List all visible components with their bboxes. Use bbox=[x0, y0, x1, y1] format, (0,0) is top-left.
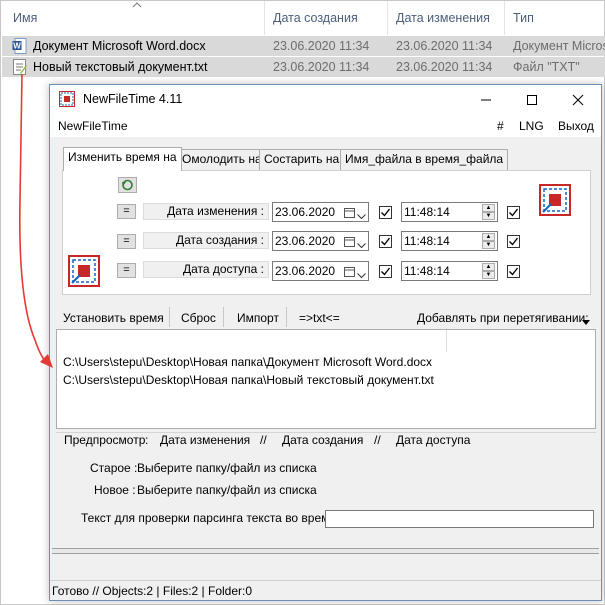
column-header-name[interactable]: Имя bbox=[13, 1, 37, 35]
preview-col-accessed: Дата доступа bbox=[396, 433, 471, 447]
file-modified: 23.06.2020 11:34 bbox=[396, 39, 493, 53]
file-created: 23.06.2020 11:34 bbox=[273, 39, 370, 53]
add-on-drag-dropdown[interactable]: Добавлять при перетягивании: bbox=[417, 309, 589, 327]
calendar-icon[interactable] bbox=[344, 236, 355, 250]
menu-bar: NewFileTime # LNG Выход bbox=[50, 115, 601, 137]
file-created: 23.06.2020 11:34 bbox=[273, 60, 370, 74]
date-accessed-label: Дата доступа : bbox=[143, 261, 269, 278]
time-checkbox[interactable] bbox=[507, 265, 520, 278]
date-checkbox[interactable] bbox=[379, 235, 392, 248]
list-item[interactable]: C:\Users\stepu\Desktop\Новая папка\Докум… bbox=[63, 355, 432, 369]
text-doc-icon bbox=[12, 59, 27, 75]
refresh-icon[interactable] bbox=[118, 177, 137, 193]
reset-button[interactable]: Сброс bbox=[181, 309, 216, 327]
column-header-type[interactable]: Тип bbox=[513, 1, 534, 35]
time-checkbox[interactable] bbox=[507, 206, 520, 219]
file-type: Файл "TXT" bbox=[513, 60, 580, 74]
chevron-down-icon[interactable] bbox=[357, 238, 366, 252]
word-doc-icon: W bbox=[12, 38, 27, 54]
time-value: 11:48:14 bbox=[404, 205, 450, 219]
column-header-created[interactable]: Дата создания bbox=[273, 1, 358, 35]
time-picker-modified[interactable]: 11:48:14 ▲ ▼ bbox=[401, 202, 498, 222]
set-time-button[interactable]: Установить время bbox=[63, 309, 164, 327]
time-value: 11:48:14 bbox=[404, 234, 450, 248]
calendar-icon[interactable] bbox=[344, 266, 355, 280]
app-icon bbox=[59, 91, 75, 110]
status-text: Готово // Objects:2 | Files:2 | Folder:0 bbox=[52, 584, 253, 598]
time-spinner[interactable]: ▲ ▼ bbox=[482, 233, 495, 249]
menu-exit[interactable]: Выход bbox=[558, 119, 594, 133]
set-current-button[interactable]: = bbox=[117, 204, 136, 219]
date-checkbox[interactable] bbox=[379, 265, 392, 278]
time-checkbox[interactable] bbox=[507, 235, 520, 248]
date-picker-created[interactable]: 23.06.2020 bbox=[272, 231, 369, 251]
old-value: Выберите папку/файл из списка bbox=[137, 461, 317, 475]
file-list[interactable]: C:\Users\stepu\Desktop\Новая папка\Докум… bbox=[56, 329, 596, 429]
file-type: Документ Micros bbox=[513, 39, 605, 53]
tab-age[interactable]: Состарить на bbox=[259, 149, 345, 170]
time-picker-accessed[interactable]: 11:48:14 ▲ ▼ bbox=[401, 261, 498, 281]
list-item[interactable]: C:\Users\stepu\Desktop\Новая папка\Новый… bbox=[63, 373, 434, 387]
menu-language[interactable]: LNG bbox=[519, 119, 544, 133]
old-label: Старое : bbox=[90, 461, 138, 475]
newfiletime-window: NewFileTime 4.11 NewFileTime # LNG Выход… bbox=[49, 84, 602, 601]
preview-sep: // bbox=[374, 433, 381, 447]
preview-colon: : bbox=[145, 433, 149, 447]
preview-label: Предпросмотр bbox=[64, 433, 146, 447]
txt-button[interactable]: =>txt<= bbox=[299, 309, 340, 327]
parse-test-input[interactable] bbox=[325, 510, 594, 528]
time-spinner[interactable]: ▲ ▼ bbox=[482, 204, 495, 220]
date-value: 23.06.2020 bbox=[275, 264, 336, 278]
preview-col-created: Дата создания bbox=[282, 433, 364, 447]
preview-sep: // bbox=[260, 433, 267, 447]
time-spinner[interactable]: ▲ ▼ bbox=[482, 263, 495, 279]
tab-filename-to-time[interactable]: Имя_файла в время_файла bbox=[340, 149, 509, 170]
preview-col-modified: Дата изменения bbox=[160, 433, 251, 447]
status-bar: Готово // Objects:2 | Files:2 | Folder:0 bbox=[50, 580, 601, 600]
date-value: 23.06.2020 bbox=[275, 205, 336, 219]
file-row[interactable]: W Документ Microsoft Word.docx 23.06.202… bbox=[2, 36, 605, 56]
title-bar[interactable]: NewFileTime 4.11 bbox=[50, 85, 601, 115]
chevron-down-icon[interactable] bbox=[357, 268, 366, 282]
new-label: Новое : bbox=[94, 483, 136, 497]
column-header-modified[interactable]: Дата изменения bbox=[396, 1, 490, 35]
date-picker-accessed[interactable]: 23.06.2020 bbox=[272, 261, 369, 281]
date-picker-modified[interactable]: 23.06.2020 bbox=[272, 202, 369, 222]
file-row[interactable]: Новый текстовый документ.txt 23.06.2020 … bbox=[2, 57, 605, 77]
time-value: 11:48:14 bbox=[404, 264, 450, 278]
parse-label: Текст для проверки парсинга текста во вр… bbox=[81, 511, 336, 525]
tab-change-time[interactable]: Изменить время на bbox=[63, 147, 182, 171]
window-title: NewFileTime 4.11 bbox=[83, 92, 183, 106]
maximize-button[interactable] bbox=[509, 85, 555, 115]
date-modified-label: Дата изменения : bbox=[143, 203, 269, 220]
minimize-button[interactable] bbox=[463, 85, 509, 115]
file-modified: 23.06.2020 11:34 bbox=[396, 60, 493, 74]
drop-target-icon[interactable] bbox=[539, 184, 571, 219]
svg-text:W: W bbox=[13, 42, 21, 51]
chevron-down-icon[interactable] bbox=[582, 314, 590, 328]
calendar-icon[interactable] bbox=[344, 207, 355, 221]
file-name: Новый текстовый документ.txt bbox=[33, 60, 208, 74]
splitter[interactable] bbox=[52, 548, 599, 554]
file-name: Документ Microsoft Word.docx bbox=[33, 39, 206, 53]
menu-hash[interactable]: # bbox=[497, 119, 504, 133]
close-button[interactable] bbox=[555, 85, 601, 115]
date-checkbox[interactable] bbox=[379, 206, 392, 219]
new-value: Выберите папку/файл из списка bbox=[137, 483, 317, 497]
sort-arrow-icon bbox=[132, 1, 142, 11]
menu-app[interactable]: NewFileTime bbox=[58, 119, 128, 133]
drop-target-icon[interactable] bbox=[68, 255, 100, 290]
date-created-label: Дата создания : bbox=[143, 232, 269, 249]
chevron-down-icon[interactable] bbox=[357, 209, 366, 223]
import-button[interactable]: Импорт bbox=[237, 309, 279, 327]
set-current-button[interactable]: = bbox=[117, 234, 136, 249]
date-value: 23.06.2020 bbox=[275, 234, 336, 248]
set-current-button[interactable]: = bbox=[117, 263, 136, 278]
time-picker-created[interactable]: 11:48:14 ▲ ▼ bbox=[401, 231, 498, 251]
tab-rejuvenate[interactable]: Омолодить на bbox=[177, 149, 267, 170]
